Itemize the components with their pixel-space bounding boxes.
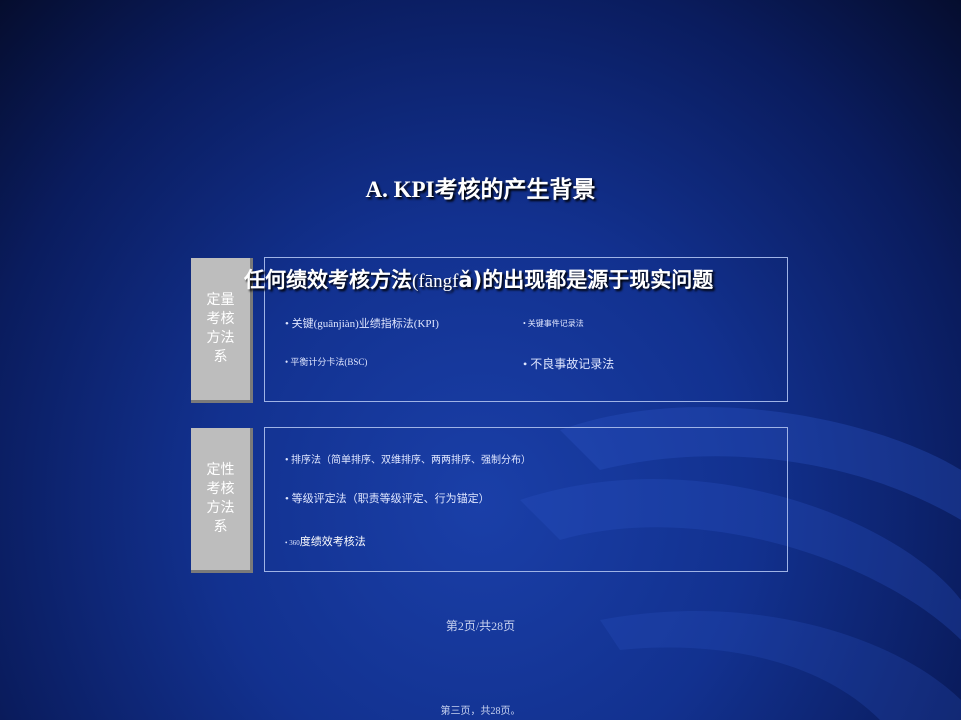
list-item: • 360度绩效考核法 [285,532,366,550]
qualitative-label: 定性考核方法系 [206,462,235,535]
overlay-heading-part1: 任何绩效考核方法 [244,268,412,292]
page-footer: 第三页，共28页。 [440,706,521,717]
quantitative-label: 定量考核方法系 [206,292,235,365]
list-item-prefix: • 360 [285,539,300,547]
list-item: • 关键(guānjiàn)业绩指标法(KPI) [285,318,439,330]
list-item: • 排序法（简单排序、双维排序、两两排序、强制分布） [285,455,532,466]
list-item: • 等级评定法（职责等级评定、行为锚定） [285,493,490,505]
list-item: • 平衡计分卡法(BSC) [285,357,368,367]
page-indicator: 第2页/共28页 [445,619,516,633]
list-item-text: 度绩效考核法 [299,535,366,548]
overlay-heading: 任何绩效考核方法(fāngfǎ)的出现都是源于现实问题 [244,264,713,294]
list-item: • 关键事件记录法 [523,319,584,328]
overlay-heading-part2: ǎ)的出现都是源于现实问题 [458,268,714,292]
qualitative-label-box: 定性考核方法系 [191,428,253,573]
slide-title: A. KPI考核的产生背景 [365,177,596,202]
list-item: • 不良事故记录法 [523,357,615,371]
qualitative-panel: • 排序法（简单排序、双维排序、两两排序、强制分布） • 等级评定法（职责等级评… [264,427,788,572]
overlay-heading-mid: (fāngf [412,271,459,292]
